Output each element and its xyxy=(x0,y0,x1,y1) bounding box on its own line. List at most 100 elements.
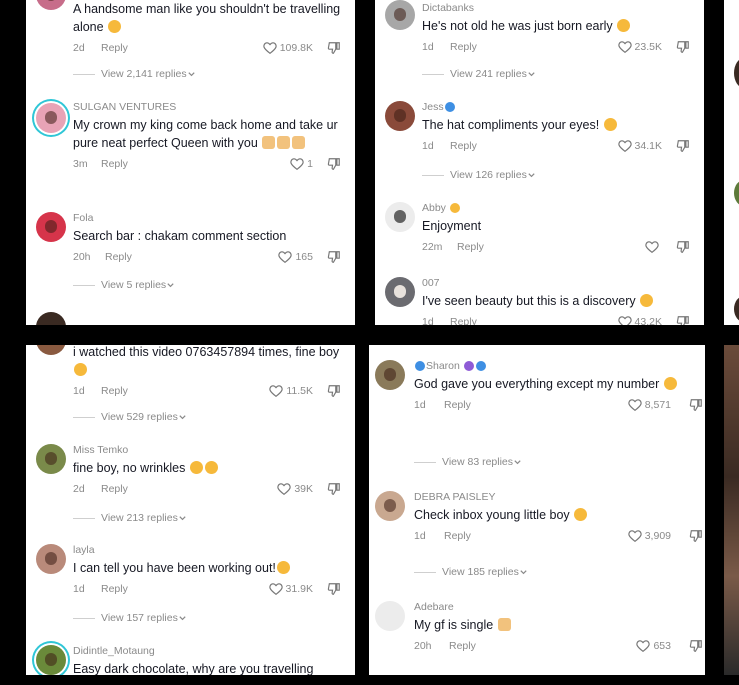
sad-emoji-icon xyxy=(108,20,122,33)
reply-button[interactable]: Reply xyxy=(450,316,477,325)
thumbs-down-icon[interactable] xyxy=(327,41,341,55)
view-replies-button[interactable]: View 126 replies xyxy=(422,169,536,181)
like-button[interactable]: 31.9K xyxy=(268,582,313,595)
avatar[interactable] xyxy=(36,312,66,325)
avatar[interactable] xyxy=(36,544,66,574)
like-button[interactable]: 165 xyxy=(278,250,313,263)
thumbs-down-icon[interactable] xyxy=(676,139,690,153)
grin-emoji-icon xyxy=(189,461,203,474)
thumbs-down-icon[interactable] xyxy=(327,157,341,171)
reply-button[interactable]: Reply xyxy=(450,41,477,53)
view-replies-button[interactable]: View 157 replies xyxy=(73,612,187,624)
reply-button[interactable]: Reply xyxy=(101,158,128,170)
username[interactable]: Jess xyxy=(422,101,444,113)
avatar[interactable] xyxy=(385,0,415,30)
username[interactable]: Adebare xyxy=(414,601,699,614)
thumbs-down-icon[interactable] xyxy=(676,240,690,254)
like-count: 3,909 xyxy=(644,529,671,542)
like-button[interactable] xyxy=(645,240,662,253)
avatar[interactable] xyxy=(36,103,66,133)
smiling-hearts-emoji-icon xyxy=(74,363,87,376)
thumbs-down-icon[interactable] xyxy=(327,482,341,496)
comment-meta: 1d Reply 43.2K xyxy=(422,314,698,325)
view-replies-button[interactable]: View 529 replies xyxy=(73,411,187,423)
comment-meta: 1d Reply 11.5K xyxy=(73,383,349,401)
like-button[interactable]: 39K xyxy=(277,482,313,495)
avatar[interactable] xyxy=(36,645,66,675)
like-button[interactable]: 11.5K xyxy=(269,384,313,397)
view-replies-button[interactable]: View 83 replies xyxy=(414,456,522,468)
username[interactable]: DEBRA PAISLEY xyxy=(414,491,699,504)
avatar xyxy=(734,58,739,88)
avatar[interactable] xyxy=(375,601,405,631)
thumbs-down-icon[interactable] xyxy=(327,582,341,596)
comment-time: 20h xyxy=(73,251,91,263)
chevron-down-icon xyxy=(179,515,186,520)
like-button[interactable]: 23.5K xyxy=(617,40,662,53)
avatar xyxy=(734,296,739,322)
username[interactable]: Sharon xyxy=(426,360,460,372)
view-replies-button[interactable]: View 2,141 replies xyxy=(73,68,196,80)
username[interactable]: Miss Temko xyxy=(73,444,349,457)
reply-button[interactable]: Reply xyxy=(101,483,128,495)
comment-meta: 2d Reply 39K xyxy=(73,481,349,499)
reply-button[interactable]: Reply xyxy=(457,241,484,253)
chevron-down-icon xyxy=(179,615,186,620)
reply-button[interactable]: Reply xyxy=(450,140,477,152)
username[interactable]: Didintle_Motaung xyxy=(73,645,349,658)
avatar[interactable] xyxy=(36,212,66,242)
avatar[interactable] xyxy=(36,345,66,355)
thumbs-down-icon[interactable] xyxy=(689,639,703,653)
like-button[interactable]: 43.2K xyxy=(617,315,662,325)
like-button[interactable]: 34.1K xyxy=(617,139,662,152)
like-button[interactable]: 3,909 xyxy=(628,529,671,542)
username[interactable]: Fola xyxy=(73,212,349,225)
like-button[interactable]: 8,571 xyxy=(628,398,671,411)
view-replies-label: View 126 replies xyxy=(450,169,527,181)
avatar[interactable] xyxy=(375,360,405,390)
like-button[interactable]: 109.8K xyxy=(263,41,313,54)
comment-text: Enjoyment xyxy=(422,219,482,233)
reply-button[interactable]: Reply xyxy=(444,530,471,542)
reply-button[interactable]: Reply xyxy=(101,583,128,595)
comment-meta: 2d Reply 109.8K xyxy=(73,40,349,58)
like-button[interactable]: 1 xyxy=(290,157,313,170)
avatar[interactable] xyxy=(36,0,66,10)
username[interactable]: layla xyxy=(73,544,349,557)
comment-meta: 20h Reply 653 xyxy=(414,638,702,656)
avatar[interactable] xyxy=(385,277,415,307)
reply-button[interactable]: Reply xyxy=(444,399,471,411)
like-count: 165 xyxy=(295,250,313,263)
reply-button[interactable]: Reply xyxy=(449,640,476,652)
view-replies-button[interactable]: View 213 replies xyxy=(73,512,187,524)
thumbs-down-icon[interactable] xyxy=(327,384,341,398)
view-replies-button[interactable]: View 241 replies xyxy=(422,68,536,80)
avatar xyxy=(734,180,739,206)
thumbs-down-icon[interactable] xyxy=(676,40,690,54)
comment-time: 1d xyxy=(414,399,426,411)
avatar[interactable] xyxy=(36,444,66,474)
view-replies-label: View 83 replies xyxy=(442,456,514,468)
view-replies-button[interactable]: View 5 replies xyxy=(73,279,175,291)
divider-line xyxy=(414,461,436,463)
avatar[interactable] xyxy=(385,202,415,232)
butterfly-emoji-icon xyxy=(475,361,486,371)
thumbs-down-icon[interactable] xyxy=(327,250,341,264)
comment-time: 3m xyxy=(73,158,88,170)
thumbs-down-icon[interactable] xyxy=(689,529,703,543)
username[interactable]: SULGAN VENTURES xyxy=(73,101,349,114)
username[interactable]: 007 xyxy=(422,277,698,290)
thumbs-down-icon[interactable] xyxy=(689,398,703,412)
avatar[interactable] xyxy=(375,491,405,521)
username[interactable]: Abby xyxy=(422,202,446,214)
username[interactable]: Dictabanks xyxy=(422,2,698,15)
heart-outline-icon xyxy=(277,483,291,495)
view-replies-label: View 5 replies xyxy=(101,279,167,291)
avatar[interactable] xyxy=(385,101,415,131)
reply-button[interactable]: Reply xyxy=(101,42,128,54)
reply-button[interactable]: Reply xyxy=(101,385,128,397)
like-button[interactable]: 653 xyxy=(636,639,671,652)
view-replies-button[interactable]: View 185 replies xyxy=(414,566,528,578)
reply-button[interactable]: Reply xyxy=(105,251,132,263)
thumbs-down-icon[interactable] xyxy=(676,315,690,325)
